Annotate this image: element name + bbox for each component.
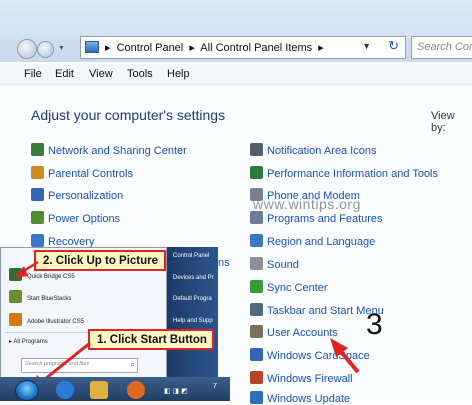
tray-clock: 7: [213, 383, 217, 390]
step2-arrowhead-icon: [14, 266, 28, 278]
ie-icon[interactable]: [56, 381, 74, 399]
tray-icons[interactable]: ◧ ◨ ◩: [164, 387, 188, 395]
media-player-icon[interactable]: [127, 381, 145, 399]
start-button[interactable]: [15, 380, 39, 401]
explorer-icon[interactable]: [90, 381, 108, 399]
callout-arrows: [14, 260, 91, 390]
